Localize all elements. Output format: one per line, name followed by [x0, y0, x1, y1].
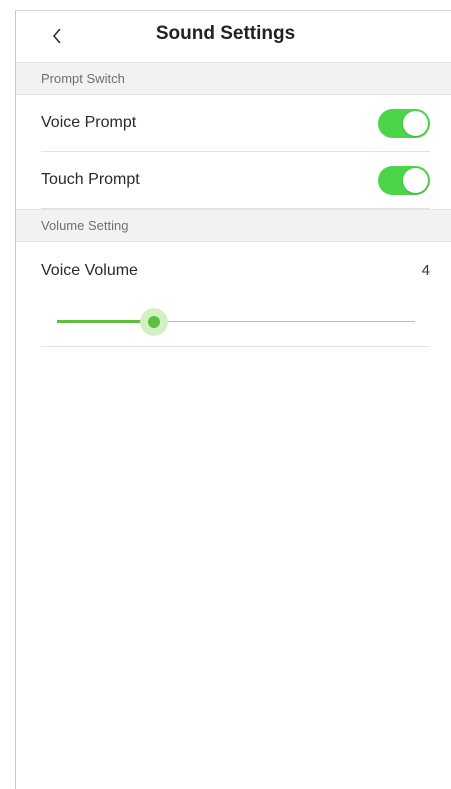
- touch-prompt-row: Touch Prompt: [41, 152, 430, 209]
- voice-volume-label: Voice Volume: [41, 262, 138, 279]
- sound-settings-screen: Sound Settings Prompt Switch Voice Promp…: [15, 10, 451, 789]
- toggle-knob: [403, 168, 428, 193]
- touch-prompt-toggle[interactable]: [378, 166, 430, 195]
- voice-volume-value: 4: [421, 262, 430, 279]
- voice-volume-slider[interactable]: [57, 307, 415, 337]
- page-title: Sound Settings: [155, 23, 296, 44]
- toggle-knob: [403, 111, 428, 136]
- voice-volume-row: Voice Volume 4: [41, 243, 430, 347]
- section-header-prompt-switch: Prompt Switch: [16, 62, 451, 95]
- voice-prompt-row: Voice Prompt: [41, 95, 430, 152]
- voice-prompt-label: Voice Prompt: [41, 114, 137, 131]
- header-bar: Sound Settings: [16, 11, 451, 61]
- section-header-volume-setting: Volume Setting: [16, 209, 451, 242]
- slider-thumb[interactable]: [148, 316, 160, 328]
- touch-prompt-label: Touch Prompt: [41, 171, 140, 188]
- voice-prompt-toggle[interactable]: [378, 109, 430, 138]
